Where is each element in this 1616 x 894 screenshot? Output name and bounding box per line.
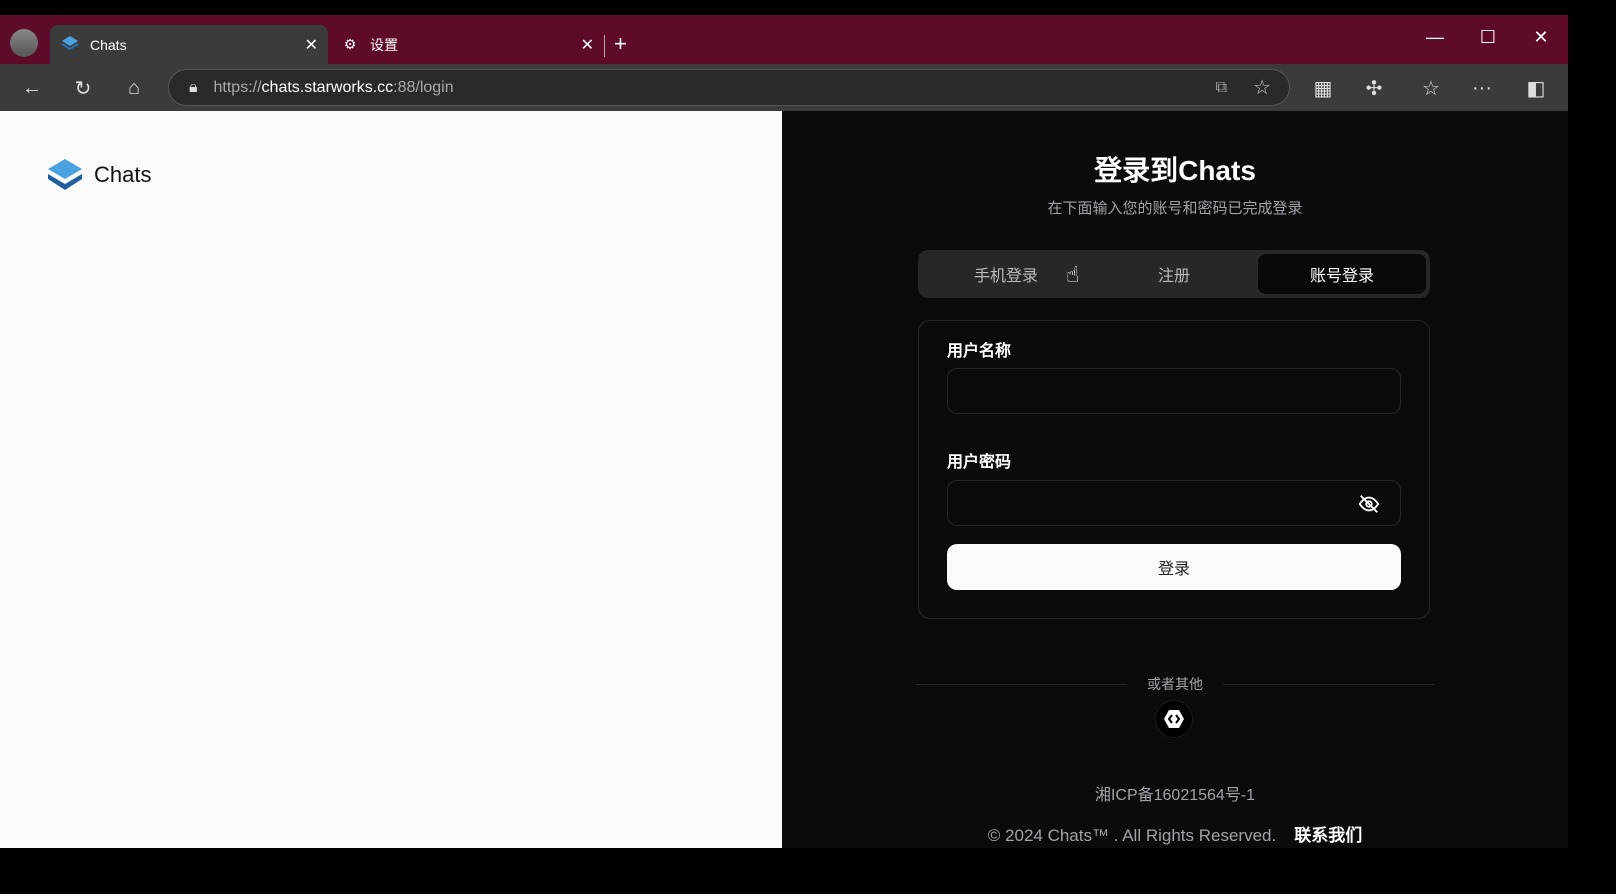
login-panel: 登录到Chats 在下面输入您的账号和密码已完成登录 手机登录 注册 账号登录 … <box>782 111 1568 848</box>
refresh-icon[interactable]: ↻ <box>67 72 99 104</box>
brand: Chats <box>46 157 151 193</box>
username-input[interactable] <box>947 368 1401 414</box>
maximize-button[interactable]: ☐ <box>1468 27 1508 48</box>
username-label: 用户名称 <box>947 343 1012 360</box>
contact-us-link[interactable]: 联系我们 <box>1294 826 1362 845</box>
login-tabs: 手机登录 注册 账号登录 <box>918 250 1430 298</box>
gear-icon: ⚙ <box>343 36 357 52</box>
page-title: 登录到Chats <box>1094 155 1256 186</box>
address-bar[interactable]: 🔒︎ https://chats.starworks.cc:88/login ⧉… <box>168 69 1290 106</box>
favorite-star-icon[interactable]: ☆ <box>1253 75 1271 100</box>
brand-name: Chats <box>94 162 152 187</box>
new-tab-button[interactable]: + <box>614 31 627 57</box>
page-content: Chats 登录到Chats 在下面输入您的账号和密码已完成登录 手机登录 注册… <box>0 111 1568 848</box>
tab-label: 设置 <box>370 36 398 53</box>
password-label: 用户密码 <box>947 454 1012 471</box>
password-input[interactable] <box>947 480 1401 526</box>
tab-label: Chats <box>90 36 127 53</box>
close-tab-icon[interactable]: ✕ <box>581 35 594 55</box>
close-window-button[interactable]: ✕ <box>1521 27 1561 48</box>
chats-logo-icon <box>48 159 82 190</box>
page-subtitle: 在下面输入您的账号和密码已完成登录 <box>1047 200 1303 217</box>
icp-link[interactable]: 湘ICP备16021564号-1 <box>782 781 1568 805</box>
hand-cursor-icon: ☝ <box>1066 262 1080 287</box>
browser-window: Chats ✕ ⚙ 设置 ✕ + — ☐ ✕ ← ↻ ⌂ 🔒︎ https://… <box>0 15 1568 848</box>
tab-chats[interactable]: Chats ✕ <box>50 25 328 64</box>
qr-code-icon[interactable]: ▦ <box>1307 72 1339 104</box>
divider-label: 或者其他 <box>1147 676 1203 692</box>
home-icon[interactable]: ⌂ <box>118 72 150 104</box>
url-host: chats.starworks.cc <box>261 78 394 96</box>
copyright: © 2024 Chats™ . All Rights Reserved. 联系我们 <box>782 821 1568 846</box>
tab-separator <box>604 35 605 57</box>
open-in-app-icon[interactable]: ⧉ <box>1216 79 1227 97</box>
tab-strip: Chats ✕ ⚙ 设置 ✕ + — ☐ ✕ <box>0 15 1568 64</box>
keycloak-icon <box>1164 710 1184 728</box>
tab-register[interactable]: 注册 <box>1090 254 1258 294</box>
browser-toolbar: ← ↻ ⌂ 🔒︎ https://chats.starworks.cc:88/l… <box>0 64 1568 111</box>
url-rest: :88/login <box>393 78 454 96</box>
more-icon[interactable]: ··· <box>1466 72 1498 104</box>
or-divider: 或者其他 <box>916 674 1434 694</box>
login-form: 用户名称 用户密码 登录 <box>918 320 1430 619</box>
back-icon[interactable]: ← <box>16 72 48 104</box>
tab-account-login[interactable]: 账号登录 <box>1258 254 1426 294</box>
eye-off-icon[interactable] <box>1358 493 1380 515</box>
tab-settings[interactable]: ⚙ 设置 ✕ <box>332 25 602 64</box>
favorites-icon[interactable]: ☆ <box>1415 72 1447 104</box>
url-scheme: https:// <box>213 78 262 96</box>
tab-phone-login[interactable]: 手机登录 <box>922 254 1090 294</box>
sidebar-toggle-icon[interactable]: ◧ <box>1520 72 1552 104</box>
close-tab-icon[interactable]: ✕ <box>305 35 318 55</box>
left-panel: Chats <box>0 111 782 848</box>
minimize-button[interactable]: — <box>1415 27 1455 48</box>
profile-avatar[interactable] <box>10 29 38 57</box>
copyright-text: © 2024 Chats™ . All Rights Reserved. <box>987 826 1277 845</box>
extensions-icon[interactable]: ✣ <box>1358 72 1390 104</box>
login-button[interactable]: 登录 <box>947 544 1401 590</box>
lock-icon[interactable]: 🔒︎ <box>189 79 198 97</box>
oauth-login-button[interactable] <box>1155 700 1193 738</box>
chats-logo-icon <box>60 35 80 54</box>
